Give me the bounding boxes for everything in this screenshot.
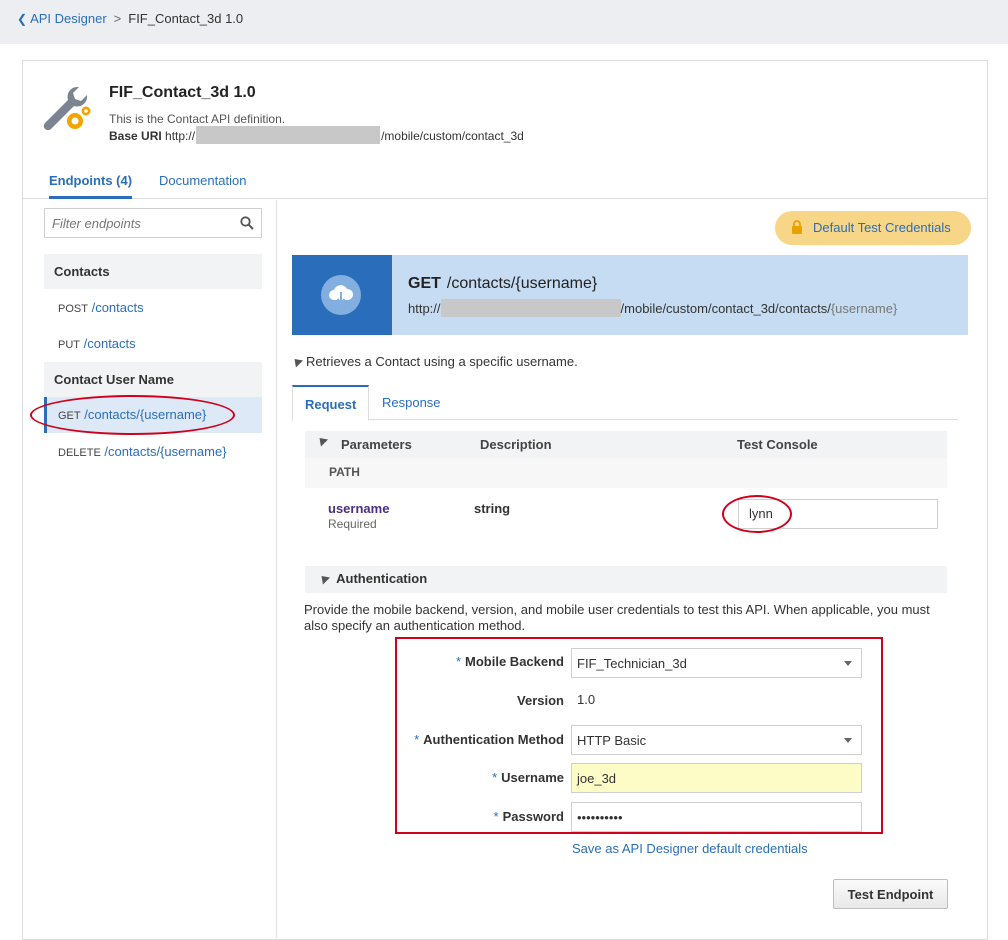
lock-icon — [792, 220, 802, 234]
group-contact-user-name: Contact User Name — [44, 362, 262, 397]
tab-response[interactable]: Response — [370, 385, 453, 420]
auth-method-label: * Authentication Method — [414, 732, 564, 747]
group-contacts: Contacts — [44, 254, 262, 289]
endpoints-sidebar: Contacts POST /contacts PUT /contacts Co… — [23, 200, 277, 940]
redacted-host — [196, 126, 381, 144]
endpoint-put-contacts[interactable]: PUT /contacts — [44, 326, 262, 362]
filter-endpoints-input[interactable] — [50, 210, 230, 236]
endpoint-banner: GET/contacts/{username} http:///mobile/c… — [292, 255, 968, 335]
endpoint-post-contacts[interactable]: POST /contacts — [44, 290, 262, 326]
endpoint-url: http:///mobile/custom/contact_3d/contact… — [408, 299, 898, 317]
param-name: username — [328, 501, 390, 516]
path-section-label: PATH — [305, 458, 947, 488]
default-test-credentials-button[interactable]: Default Test Credentials — [775, 211, 971, 245]
breadcrumb-separator: > — [113, 11, 122, 26]
test-endpoint-button[interactable]: Test Endpoint — [833, 879, 948, 909]
param-type: string — [474, 501, 511, 516]
endpoint-delete-contacts-username[interactable]: DELETE /contacts/{username} — [44, 434, 262, 470]
password-label: * Password — [493, 809, 564, 824]
param-required: Required — [328, 517, 377, 531]
chevron-down-icon — [844, 661, 852, 666]
api-description: This is the Contact API definition. — [109, 112, 286, 126]
version-value: 1.0 — [577, 692, 596, 707]
tab-documentation[interactable]: Documentation — [159, 173, 246, 196]
tab-request[interactable]: Request — [292, 385, 370, 421]
chevron-left-icon: ❮ — [17, 12, 28, 26]
filter-box — [44, 208, 262, 238]
search-icon[interactable] — [240, 216, 254, 230]
username-param-input[interactable]: lynn — [738, 499, 938, 529]
mobile-backend-label: * Mobile Backend — [455, 654, 564, 669]
base-uri: Base URI http:///mobile/custom/contact_3… — [109, 126, 524, 144]
api-panel: FIF_Contact_3d 1.0 This is the Contact A… — [22, 60, 988, 940]
redacted-host — [440, 299, 621, 317]
api-title: FIF_Contact_3d 1.0 — [109, 84, 256, 101]
cloud-download-icon — [329, 285, 354, 305]
collapse-triangle-icon — [317, 572, 331, 585]
version-label: Version — [517, 693, 564, 708]
authentication-instructions: Provide the mobile backend, version, and… — [304, 602, 930, 633]
save-default-credentials-link[interactable]: Save as API Designer default credentials — [572, 841, 808, 856]
endpoint-icon-box — [292, 255, 392, 335]
breadcrumb: ❮ API Designer > FIF_Contact_3d 1.0 — [17, 11, 243, 26]
breadcrumb-current: FIF_Contact_3d 1.0 — [128, 11, 244, 26]
parameters-header[interactable]: Parameters Description Test Console — [305, 431, 947, 458]
endpoint-get-contacts-username[interactable]: GET /contacts/{username} — [44, 397, 262, 433]
top-bar: ❮ API Designer > FIF_Contact_3d 1.0 — [0, 0, 1008, 44]
authentication-header[interactable]: Authentication — [305, 566, 947, 593]
password-input[interactable]: •••••••••• — [571, 802, 862, 832]
endpoint-summary[interactable]: Retrieves a Contact using a specific use… — [290, 354, 578, 369]
request-response-tabs: Request Response — [292, 385, 958, 421]
tab-endpoints[interactable]: Endpoints (4) — [49, 173, 133, 199]
username-input[interactable]: joe_3d — [571, 763, 862, 793]
wrench-gear-icon — [43, 86, 91, 131]
top-tabs: Endpoints (4) Documentation — [23, 171, 987, 199]
chevron-down-icon — [844, 738, 852, 743]
collapse-triangle-icon — [290, 355, 304, 368]
username-label: * Username — [492, 770, 564, 785]
mobile-backend-select[interactable]: FIF_Technician_3d — [571, 648, 862, 678]
endpoint-title: GET/contacts/{username} — [408, 275, 598, 292]
collapse-triangle-icon — [315, 434, 329, 447]
auth-method-select[interactable]: HTTP Basic — [571, 725, 862, 755]
breadcrumb-back-link[interactable]: ❮ API Designer — [17, 11, 107, 26]
